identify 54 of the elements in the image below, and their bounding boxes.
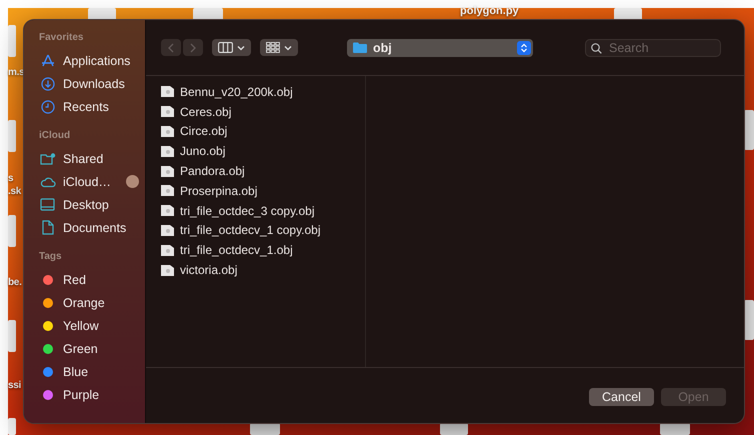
desktop-icon [40,198,55,211]
location-popup[interactable]: obj [347,38,533,56]
dialog-button[interactable]: Cancel [589,388,654,406]
sidebar-item[interactable]: Desktop [34,193,145,216]
folder-icon [353,42,367,53]
stepper-icon [517,40,531,54]
search-icon [591,42,602,54]
file-name: ssi [8,380,22,391]
file-item[interactable]: tri_file_octdec_3 copy.obj [146,200,365,221]
caret-icon [237,44,245,50]
view-mode-button[interactable] [212,39,251,56]
clock-icon [40,100,54,114]
cloud-icon [40,176,56,188]
sidebar-item[interactable]: Yellow [34,314,145,337]
file-name: m.s [8,67,24,78]
sidebar-item[interactable]: Purple [34,383,145,406]
file-item[interactable]: Pandora.obj [146,161,365,181]
file-item[interactable]: Circe.obj [146,122,365,142]
document-icon [42,220,54,235]
grid-icon [266,42,280,53]
sidebar-item[interactable]: Green [34,337,145,360]
file-item[interactable]: tri_file_octdecv_1 copy.obj [146,220,365,240]
sidebar-item[interactable]: Recents [34,95,145,118]
section-header: Favorites [39,32,84,44]
download-icon [40,76,54,90]
search-field[interactable]: Search [585,38,721,56]
file-item[interactable]: Ceres.obj [146,102,365,122]
group-button[interactable] [260,39,298,56]
file-name: s [8,173,14,184]
back-button[interactable] [161,39,181,56]
sidebar-item[interactable]: Orange [34,291,145,314]
sidebar-item[interactable]: Red [34,268,145,291]
caret-icon [284,44,292,50]
file-item[interactable]: Proserpina.obj [146,180,365,201]
avatar-icon [126,175,139,188]
section-header: iCloud [39,130,72,142]
columns-icon [218,42,233,53]
file-item[interactable]: tri_file_octdecv_1.obj [146,240,365,260]
file-name: .sk [8,186,22,197]
file-item[interactable]: Juno.obj [146,141,365,162]
shared-folder-icon [40,152,56,166]
sidebar-item[interactable]: iCloud… [34,170,145,193]
file-item[interactable]: Bennu_v20_200k.obj [146,82,365,102]
sidebar-item[interactable]: Shared [34,147,145,170]
sidebar-item[interactable]: Documents [34,216,145,239]
section-header: Tags [39,251,63,263]
file-name: be. [8,277,22,288]
sidebar-item[interactable]: Applications [34,49,145,72]
file-item[interactable]: victoria.obj [146,260,365,280]
sidebar-item[interactable]: Downloads [34,72,145,95]
sidebar-item[interactable]: Blue [34,360,145,383]
forward-button[interactable] [183,39,203,56]
file-name: polygon.py [460,5,519,17]
applications-icon [40,54,54,68]
